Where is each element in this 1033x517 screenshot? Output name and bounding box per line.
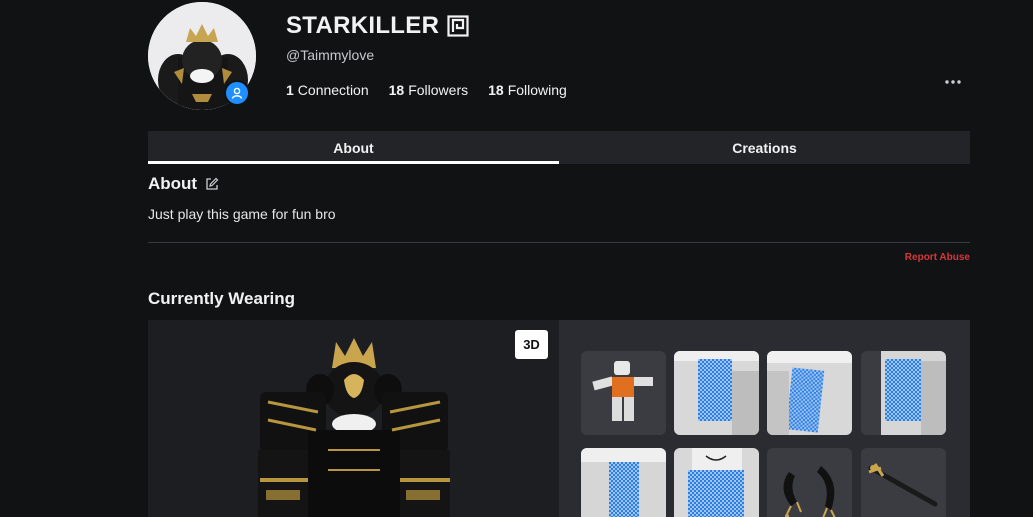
display-name: STARKILLER	[286, 12, 469, 40]
avatar-preview-panel[interactable]: 3D	[148, 320, 559, 517]
view-3d-toggle-button[interactable]: 3D	[515, 330, 548, 359]
divider	[148, 242, 970, 243]
wearing-item-tile[interactable]	[581, 351, 666, 435]
avatar-figure-item-icon	[592, 361, 653, 421]
wearing-item-tile[interactable]	[861, 448, 946, 517]
more-dots-icon	[945, 80, 961, 84]
username: @Taimmylove	[286, 47, 375, 63]
wearing-item-tile[interactable]	[767, 448, 852, 517]
display-name-text: STARKILLER	[286, 12, 440, 39]
stat-count: 18	[488, 82, 504, 98]
profile-stats: 1 Connection 18 Followers 18 Following	[286, 82, 567, 98]
avatar[interactable]	[148, 2, 256, 110]
wearing-item-tile[interactable]	[581, 448, 666, 517]
stat-label: Connection	[297, 82, 369, 98]
wearing-item-tile[interactable]	[674, 448, 759, 517]
avatar-full-body-image	[258, 338, 450, 517]
stat-label: Followers	[408, 82, 469, 98]
wearing-item-tile[interactable]	[767, 351, 852, 435]
user-status-icon	[224, 80, 250, 106]
wearing-item-tile[interactable]	[861, 351, 946, 435]
stat-label: Following	[507, 82, 567, 98]
about-heading-text: About	[148, 174, 198, 193]
about-heading: About	[148, 174, 219, 194]
premium-badge-icon	[447, 15, 469, 37]
wearing-items-grid	[559, 320, 970, 517]
blue-checker-torso-item-icon	[674, 351, 759, 435]
blue-checker-arm-item-icon	[881, 351, 946, 435]
tab-about[interactable]: About	[148, 131, 559, 164]
wearing-item-tile[interactable]	[674, 351, 759, 435]
black-horns-item-icon	[783, 466, 836, 517]
currently-wearing-heading: Currently Wearing	[148, 289, 296, 308]
blue-checker-torso-item-icon	[767, 351, 852, 435]
following-link[interactable]: 18 Following	[488, 82, 567, 98]
connections-link[interactable]: 1 Connection	[286, 82, 369, 98]
edit-icon[interactable]	[205, 177, 219, 191]
stat-count: 1	[286, 82, 294, 98]
about-description: Just play this game for fun bro	[148, 206, 336, 222]
tab-creations[interactable]: Creations	[559, 131, 970, 164]
profile-tabs: About Creations	[148, 131, 970, 164]
smiley-face-torso-item-icon	[674, 448, 759, 517]
report-abuse-link[interactable]: Report Abuse	[880, 252, 970, 263]
followers-link[interactable]: 18 Followers	[389, 82, 468, 98]
more-options-button[interactable]	[944, 72, 962, 92]
blue-checker-arm-item-icon	[581, 448, 666, 517]
stat-count: 18	[388, 82, 405, 98]
black-sword-item-icon	[868, 463, 938, 507]
